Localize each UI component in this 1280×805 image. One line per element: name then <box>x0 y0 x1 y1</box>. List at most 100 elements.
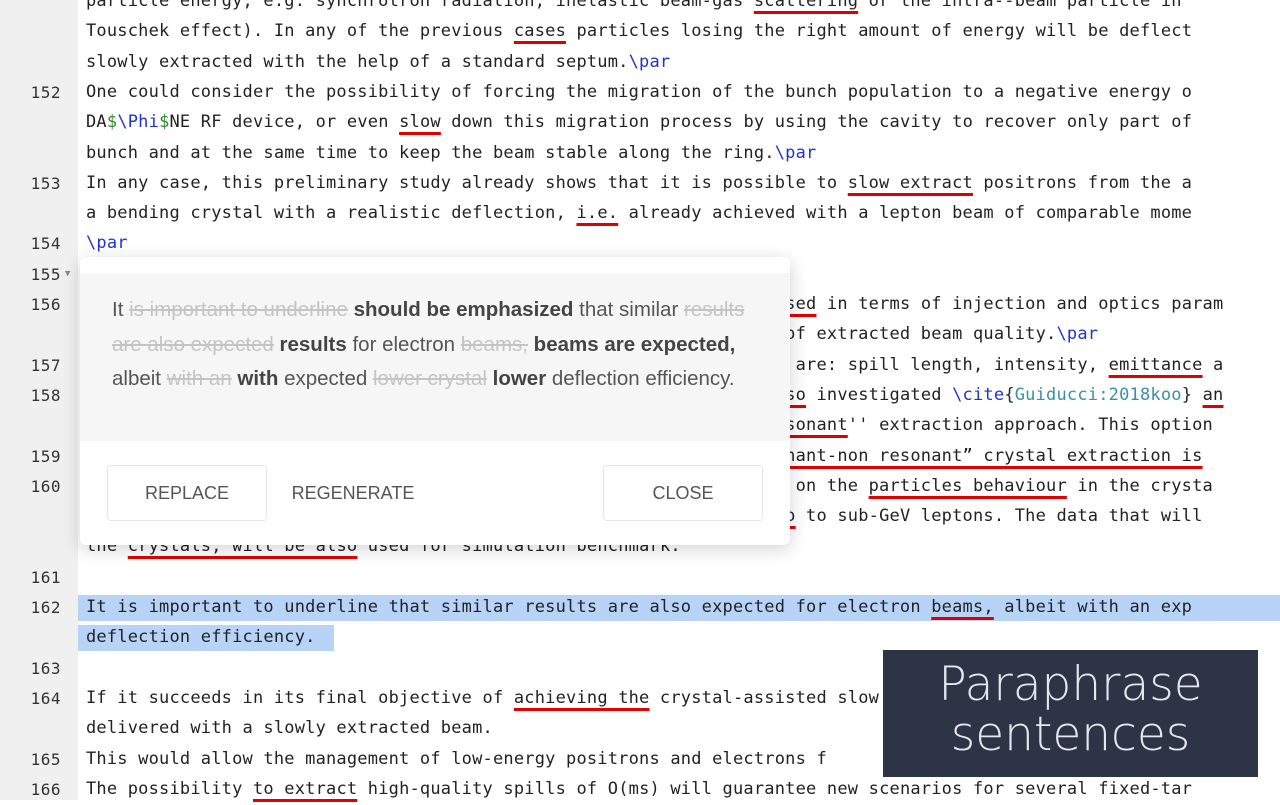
unchanged-text: It <box>112 298 124 321</box>
editor-line[interactable]: deflection efficiency. <box>0 623 1280 653</box>
spelling-flag[interactable]: esonant-non resonant” crystal extraction… <box>754 446 1203 466</box>
latex-command: \par <box>628 51 671 72</box>
text-run: to sub-GeV leptons. The data that will <box>795 506 1203 527</box>
line-text: bunch and at the same time to keep the b… <box>86 143 816 163</box>
inserted-text: results <box>279 332 347 356</box>
line-number: 164 <box>30 688 61 708</box>
spelling-flag[interactable]: particles behaviour <box>869 476 1067 496</box>
editor-line[interactable]: DA$\Phi$NE RF device, or even slow down … <box>0 108 1280 138</box>
removed-text: lower crystal <box>373 367 487 390</box>
text-run: are: spill length, intensity, <box>785 354 1109 375</box>
editor-line[interactable]: a bending crystal with a realistic defle… <box>0 199 1280 229</box>
spelling-flag[interactable]: i.e. <box>576 203 618 223</box>
text-run: { <box>1004 384 1015 405</box>
unchanged-text: that similar <box>579 298 679 321</box>
selected-text[interactable]: deflection efficiency. <box>86 627 316 647</box>
line-number: 162 <box>30 598 61 617</box>
math-delimiter: $ <box>159 112 170 133</box>
line-text: DA$\Phi$NE RF device, or even slow down … <box>86 112 1192 132</box>
text-run: NE RF device, or even <box>169 112 400 133</box>
line-number: 159 <box>30 446 61 466</box>
latex-command: \cite <box>952 384 1005 405</box>
text-run: It is important to underline that simila… <box>86 597 932 617</box>
text-run: bunch and at the same time to keep the b… <box>86 142 775 163</box>
spelling-flag[interactable]: emittance <box>1109 355 1203 375</box>
removed-text: beams, <box>460 332 528 356</box>
editor-line[interactable]: 154 \par <box>0 229 1280 259</box>
spelling-flag[interactable]: achieving the <box>514 688 650 708</box>
math-delimiter: $ <box>106 112 118 133</box>
editor-line[interactable]: slowly extracted with the help of a stan… <box>0 48 1280 78</box>
caption-line-1: Paraphrase <box>938 657 1203 712</box>
line-text: This would allow the management of low-e… <box>86 749 827 769</box>
text-run: positrons from the a <box>972 172 1193 193</box>
editor-line[interactable]: 153 In any case, this preliminary study a… <box>0 169 1280 199</box>
fold-toggle-icon[interactable]: ▼ <box>65 269 70 279</box>
spelling-flag[interactable]: scattering <box>754 0 858 11</box>
text-run: '' extraction approach. This option <box>847 415 1213 436</box>
citation-key: Guiducci:2018koo <box>1014 384 1182 405</box>
unchanged-text: for electron <box>352 332 456 356</box>
spelling-flag[interactable]: slow <box>399 112 441 132</box>
line-number: 157 <box>30 355 61 375</box>
line-number: 163 <box>30 658 61 678</box>
text-run: Touschek effect). In any of the previous <box>86 21 514 42</box>
line-text: deflection efficiency. <box>86 627 316 647</box>
text-run: investigated <box>806 384 953 405</box>
spelling-flag[interactable]: an <box>1203 385 1224 405</box>
editor-line[interactable]: bunch and at the same time to keep the b… <box>0 139 1280 169</box>
line-number: 158 <box>30 385 61 405</box>
inserted-text: with <box>237 367 279 390</box>
unchanged-text: albeit <box>112 367 162 390</box>
close-button[interactable]: CLOSE <box>603 465 763 521</box>
paraphrase-suggestion-area: It is important to underline should be e… <box>80 273 790 441</box>
line-number: 161 <box>30 567 61 587</box>
selected-text[interactable]: It is important to underline that simila… <box>86 597 1192 617</box>
latex-command: \par <box>774 142 817 163</box>
caption-line-2: sentences <box>950 707 1191 762</box>
line-number: 154 <box>30 234 61 254</box>
text-run: The possibility <box>86 778 253 799</box>
replace-button[interactable]: REPLACE <box>107 465 267 521</box>
spelling-flag[interactable]: beams, <box>931 597 994 617</box>
feature-caption-banner: Paraphrase sentences <box>883 650 1258 777</box>
inserted-text: lower <box>492 367 547 390</box>
line-text: In any case, this preliminary study alre… <box>86 173 1192 193</box>
text-run: in the crysta <box>1066 475 1213 496</box>
paraphrase-popup: It is important to underline should be e… <box>80 257 790 545</box>
line-text: a bending crystal with a realistic defle… <box>86 203 1192 223</box>
line-number: 152 <box>30 82 61 102</box>
text-run: albeit with an exp <box>993 597 1193 617</box>
line-number: 155 <box>30 264 61 284</box>
editor-line[interactable]: 161 <box>0 563 1280 593</box>
latex-command: \par <box>1056 324 1099 345</box>
text-run: This would allow the management of low-e… <box>86 748 827 769</box>
line-number: 156 <box>30 295 61 314</box>
spelling-flag[interactable]: cases <box>514 21 566 41</box>
editor-line[interactable]: Touschek effect). In any of the previous… <box>0 17 1280 47</box>
text-run: particles losing the right amount of ene… <box>566 21 1193 42</box>
text-run: down this migration process by using the… <box>440 112 1193 133</box>
regenerate-button[interactable]: REGENERATE <box>276 465 430 521</box>
text-run: slowly extracted with the help of a stan… <box>86 51 629 72</box>
text-run: If it succeeds in its final objective of <box>86 687 514 708</box>
removed-text: is important to underline <box>129 298 348 321</box>
line-text: It is important to underline that simila… <box>86 597 1192 617</box>
editor-line[interactable]: 152 One could consider the possibility of… <box>0 78 1280 108</box>
spelling-flag[interactable]: to extract <box>253 779 357 799</box>
line-text: The possibility to extract high-quality … <box>86 779 1192 799</box>
spelling-flag[interactable]: slow extract <box>848 173 973 193</box>
text-run: particle energy, e.g. synchrotron radiat… <box>86 0 754 11</box>
text-run: } <box>1181 384 1203 405</box>
text-run: or the intra--beam particle in <box>858 0 1182 11</box>
text-run: delivered with a slowly extracted beam. <box>86 718 493 739</box>
editor-line[interactable]: particle energy, e.g. synchrotron radiat… <box>0 0 1280 17</box>
text-run: DA <box>86 112 107 133</box>
line-text: \par <box>86 233 128 253</box>
paraphrase-diff-text: It is important to underline should be e… <box>112 293 752 397</box>
editor-line[interactable]: 166 The possibility to extract high-quali… <box>0 775 1280 805</box>
text-run: deflection efficiency. <box>86 627 316 648</box>
editor-line[interactable]: 162 It is important to underline that sim… <box>0 593 1280 623</box>
inserted-text: beams are expected, <box>533 332 736 356</box>
line-text: One could consider the possibility of fo… <box>86 82 1192 102</box>
